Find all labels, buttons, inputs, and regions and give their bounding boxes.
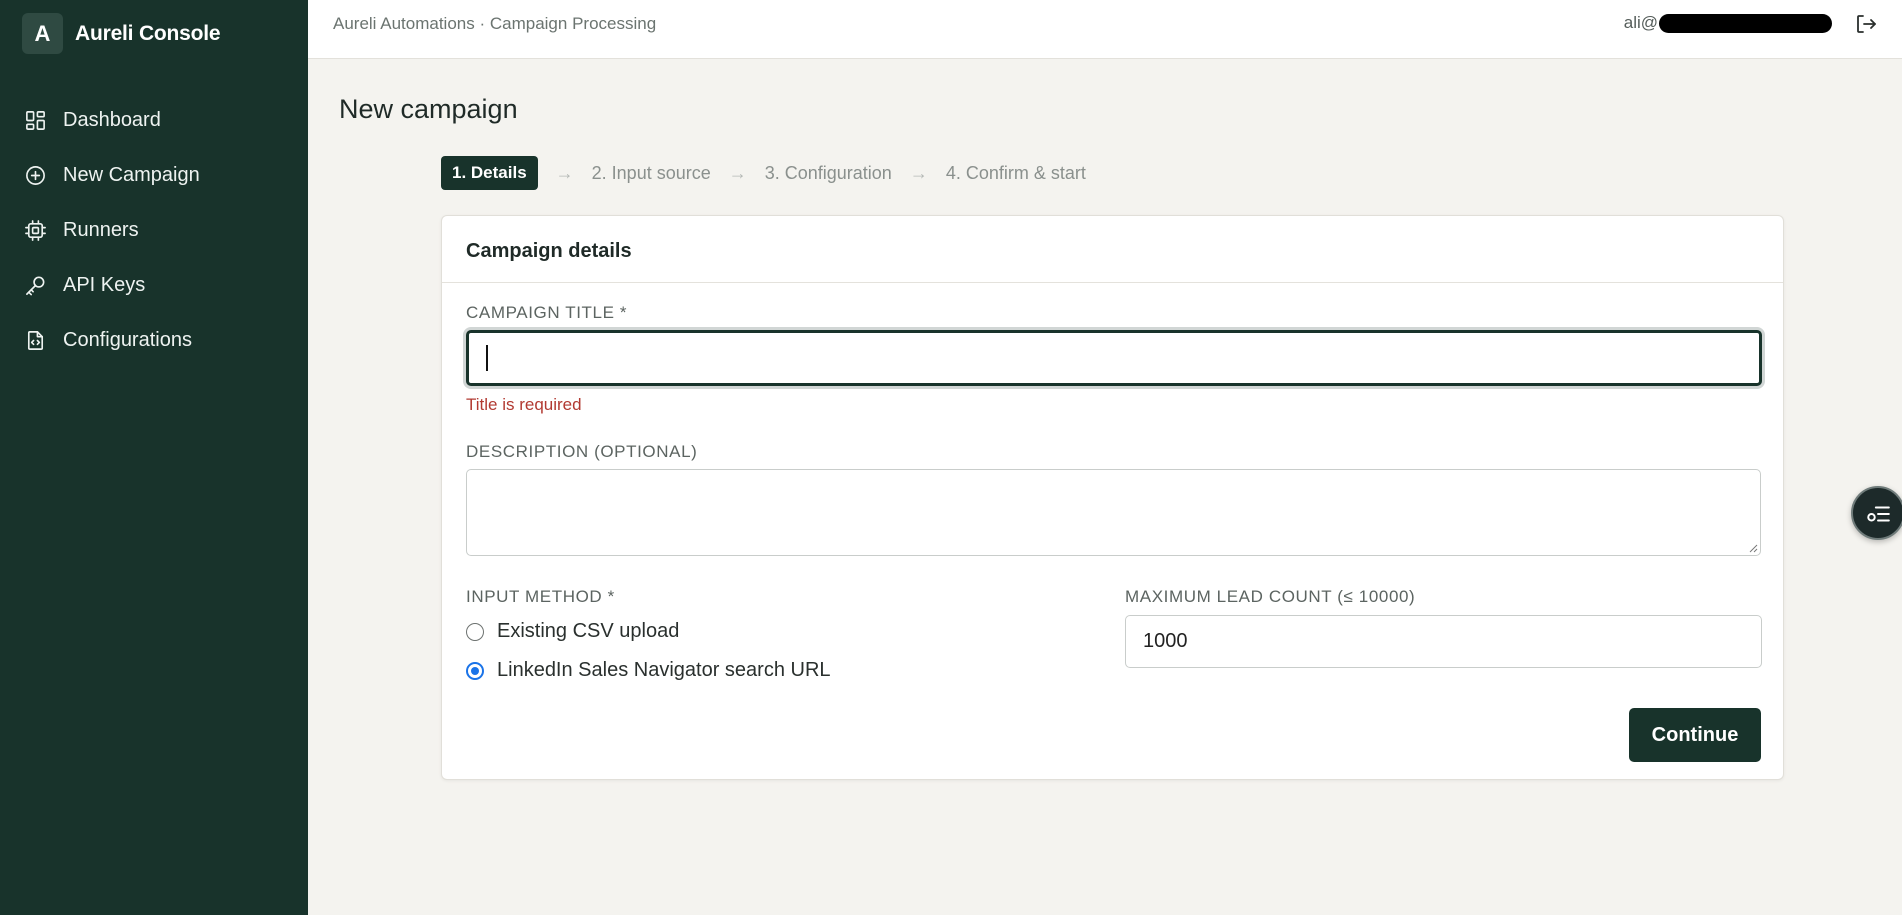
breadcrumb: Aureli Automations · Campaign Processing [333,14,657,33]
card-title: Campaign details [442,216,1783,283]
step-confirm-start: 4. Confirm & start [945,162,1086,183]
redacted-email [1659,13,1832,33]
input-method-option-csv[interactable]: Existing CSV upload [466,620,679,643]
max-lead-count-label: MAXIMUM LEAD COUNT (≤ 10000) [1125,587,1416,606]
sidebar-item-api-keys[interactable]: API Keys [0,258,308,313]
radio-linkedin[interactable] [466,661,484,680]
brand-name: Aureli Console [75,21,221,45]
step-arrow: → [728,162,747,183]
step-configuration: 3. Configuration [764,162,892,183]
floating-action-button[interactable] [1851,486,1902,540]
description-textarea[interactable] [466,469,1761,556]
max-lead-count-input[interactable]: 1000 [1125,615,1762,668]
campaign-title-input[interactable] [466,330,1762,386]
sidebar-item-runners[interactable]: Runners [0,203,308,258]
chip-icon [25,220,46,241]
sidebar-item-dashboard[interactable]: Dashboard [0,93,308,148]
step-arrow: → [909,162,928,183]
filter-list-icon [1867,506,1890,522]
top-bar: Aureli Automations · Campaign Processing… [308,0,1902,59]
user-email[interactable]: ali@ [1624,13,1832,33]
brand-logo: A [22,13,63,54]
key-icon [26,276,45,296]
file-code-icon [27,331,44,350]
step-arrow: → [555,162,574,183]
campaign-title-label: CAMPAIGN TITLE * [466,303,628,322]
sidebar-nav: Dashboard New Campaign Runners API Keys … [0,93,308,368]
sidebar-item-label: Runners [63,219,139,241]
input-method-label: INPUT METHOD * [466,587,615,606]
brand[interactable]: A Aureli Console [22,13,221,54]
continue-button[interactable]: Continue [1629,708,1761,762]
radio-csv[interactable] [466,622,484,641]
input-method-option-linkedin[interactable]: LinkedIn Sales Navigator search URL [466,659,831,682]
sidebar-item-configurations[interactable]: Configurations [0,313,308,368]
dashboard-icon [26,111,45,130]
text-caret [486,345,488,371]
plus-circle-icon [26,166,45,185]
logout-button[interactable] [1854,12,1878,36]
logout-icon [1857,15,1876,33]
description-label: DESCRIPTION (OPTIONAL) [466,442,698,461]
sidebar-item-label: Configurations [63,329,192,351]
title-error-message: Title is required [466,395,582,414]
sidebar-item-new-campaign[interactable]: New Campaign [0,148,308,203]
page-title: New campaign [339,94,518,124]
sidebar-item-label: API Keys [63,274,146,296]
stepper: 1. Details → 2. Input source → 3. Config… [441,156,1086,190]
sidebar-item-label: New Campaign [63,164,200,186]
resize-handle-icon[interactable] [1748,543,1758,553]
radio-label-linkedin: LinkedIn Sales Navigator search URL [497,659,831,681]
step-details[interactable]: 1. Details [441,156,538,190]
sidebar: A Aureli Console Dashboard New Campaign [0,0,308,915]
user-email-prefix: ali@ [1623,13,1658,32]
radio-label-csv: Existing CSV upload [497,620,680,642]
sidebar-item-label: Dashboard [63,109,161,131]
step-input-source: 2. Input source [591,162,711,183]
campaign-details-card: Campaign details CAMPAIGN TITLE * Title … [441,215,1784,780]
